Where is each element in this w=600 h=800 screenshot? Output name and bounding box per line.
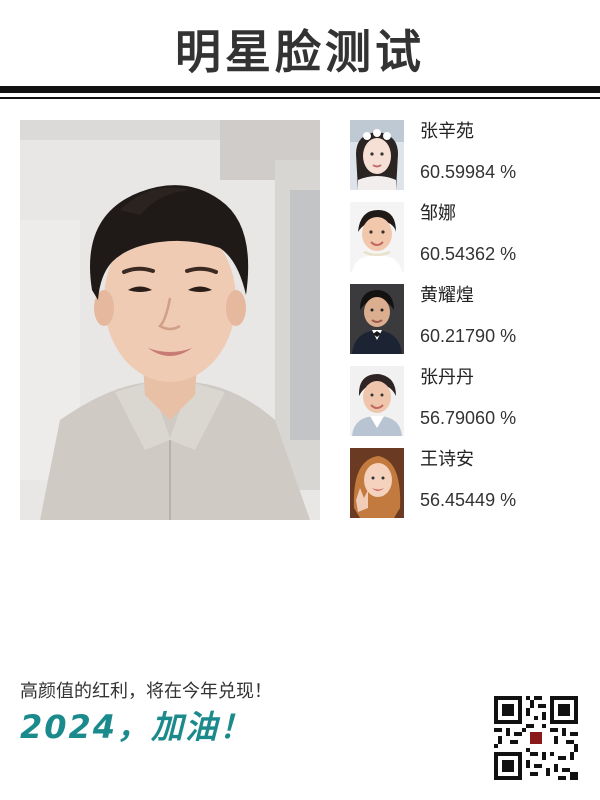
match-item[interactable]: 王诗安 56.45449 % [350,448,590,530]
match-score: 60.21790 % [420,326,517,346]
celebrity-portrait-icon [350,448,404,518]
celebrity-portrait-icon [350,366,404,436]
cheer-text: 2024，加油！ [20,708,254,746]
celebrity-match-list: 张辛苑 60.59984 % 邹娜 60.54362 % 黄耀煌 60.2179… [350,120,590,530]
result-page: 明星脸测试 张辛苑 60.59984 % 邹娜 60.54362 % 黄耀煌 6… [0,0,600,800]
celebrity-portrait-icon [350,202,404,272]
header-divider-thin [0,97,600,99]
slogan-text: 高颜值的红利，将在今年兑现！ [20,681,272,702]
match-score: 56.45449 % [420,490,517,510]
match-name: 王诗安 [420,449,474,470]
match-item[interactable]: 黄耀煌 60.21790 % [350,284,590,366]
match-item[interactable]: 张丹丹 56.79060 % [350,366,590,448]
match-name: 张丹丹 [420,367,474,388]
match-item[interactable]: 邹娜 60.54362 % [350,202,590,284]
celebrity-portrait-icon [350,120,404,190]
page-title: 明星脸测试 [175,25,425,79]
match-name: 张辛苑 [420,121,474,142]
user-selfie-photo [20,120,320,520]
match-score: 56.79060 % [420,408,517,428]
match-name: 邹娜 [420,203,456,224]
qr-code-icon[interactable] [494,696,578,780]
match-name: 黄耀煌 [420,285,474,306]
celebrity-portrait-icon [350,284,404,354]
header-divider-thick [0,86,600,93]
match-score: 60.54362 % [420,244,517,264]
match-item[interactable]: 张辛苑 60.59984 % [350,120,590,202]
match-score: 60.59984 % [420,162,517,182]
